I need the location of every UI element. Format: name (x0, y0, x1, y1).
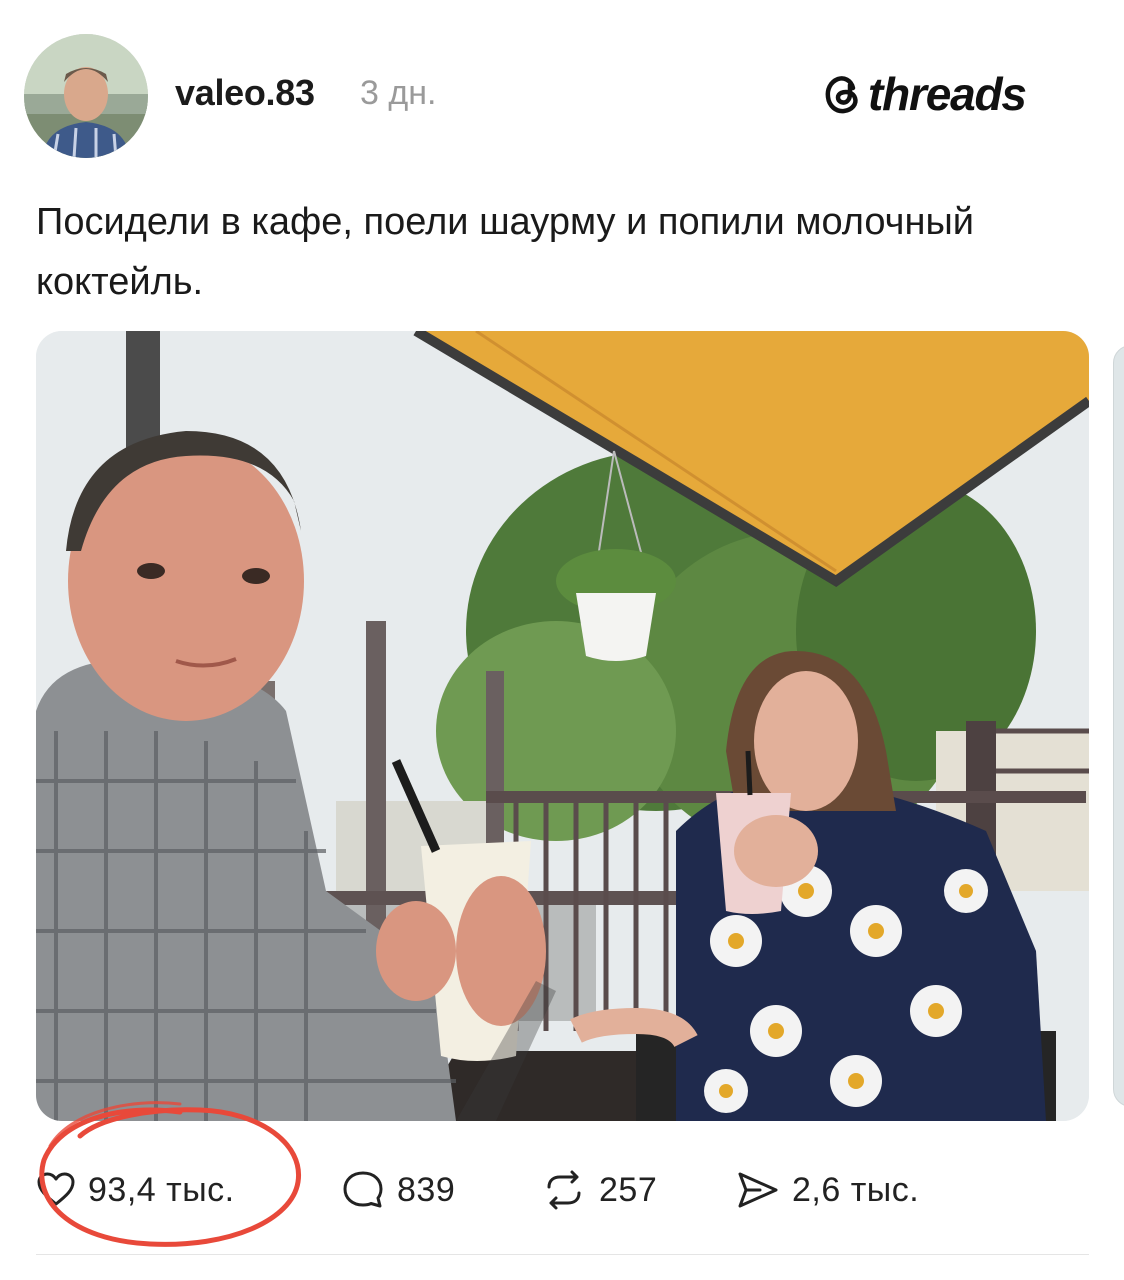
share-count: 2,6 тыс. (792, 1170, 920, 1209)
post-photo[interactable] (36, 331, 1089, 1121)
repost-button[interactable]: 257 (541, 1160, 657, 1220)
send-icon (736, 1170, 780, 1210)
username[interactable]: valeo.83 (175, 72, 315, 114)
comment-count: 839 (397, 1170, 456, 1209)
threads-logo-text: threads (868, 68, 1027, 120)
post-time: 3 дн. (360, 74, 437, 112)
heart-icon (36, 1170, 76, 1210)
threads-logo: threads (822, 66, 1027, 122)
threads-logo-icon (822, 72, 864, 116)
comment-button[interactable]: 839 (341, 1160, 455, 1220)
avatar[interactable] (24, 34, 148, 158)
like-count: 93,4 тыс. (88, 1170, 235, 1209)
next-photo-preview[interactable] (1113, 345, 1124, 1107)
divider (36, 1254, 1089, 1255)
repost-icon (541, 1169, 587, 1211)
comment-bubble-icon (341, 1169, 385, 1211)
repost-count: 257 (599, 1170, 658, 1209)
action-bar: 93,4 тыс. 839 257 2,6 тыс. (36, 1160, 1036, 1220)
like-button[interactable]: 93,4 тыс. (36, 1160, 235, 1220)
post-text: Посидели в кафе, поели шаурму и попили м… (36, 201, 974, 303)
share-button[interactable]: 2,6 тыс. (736, 1160, 919, 1220)
